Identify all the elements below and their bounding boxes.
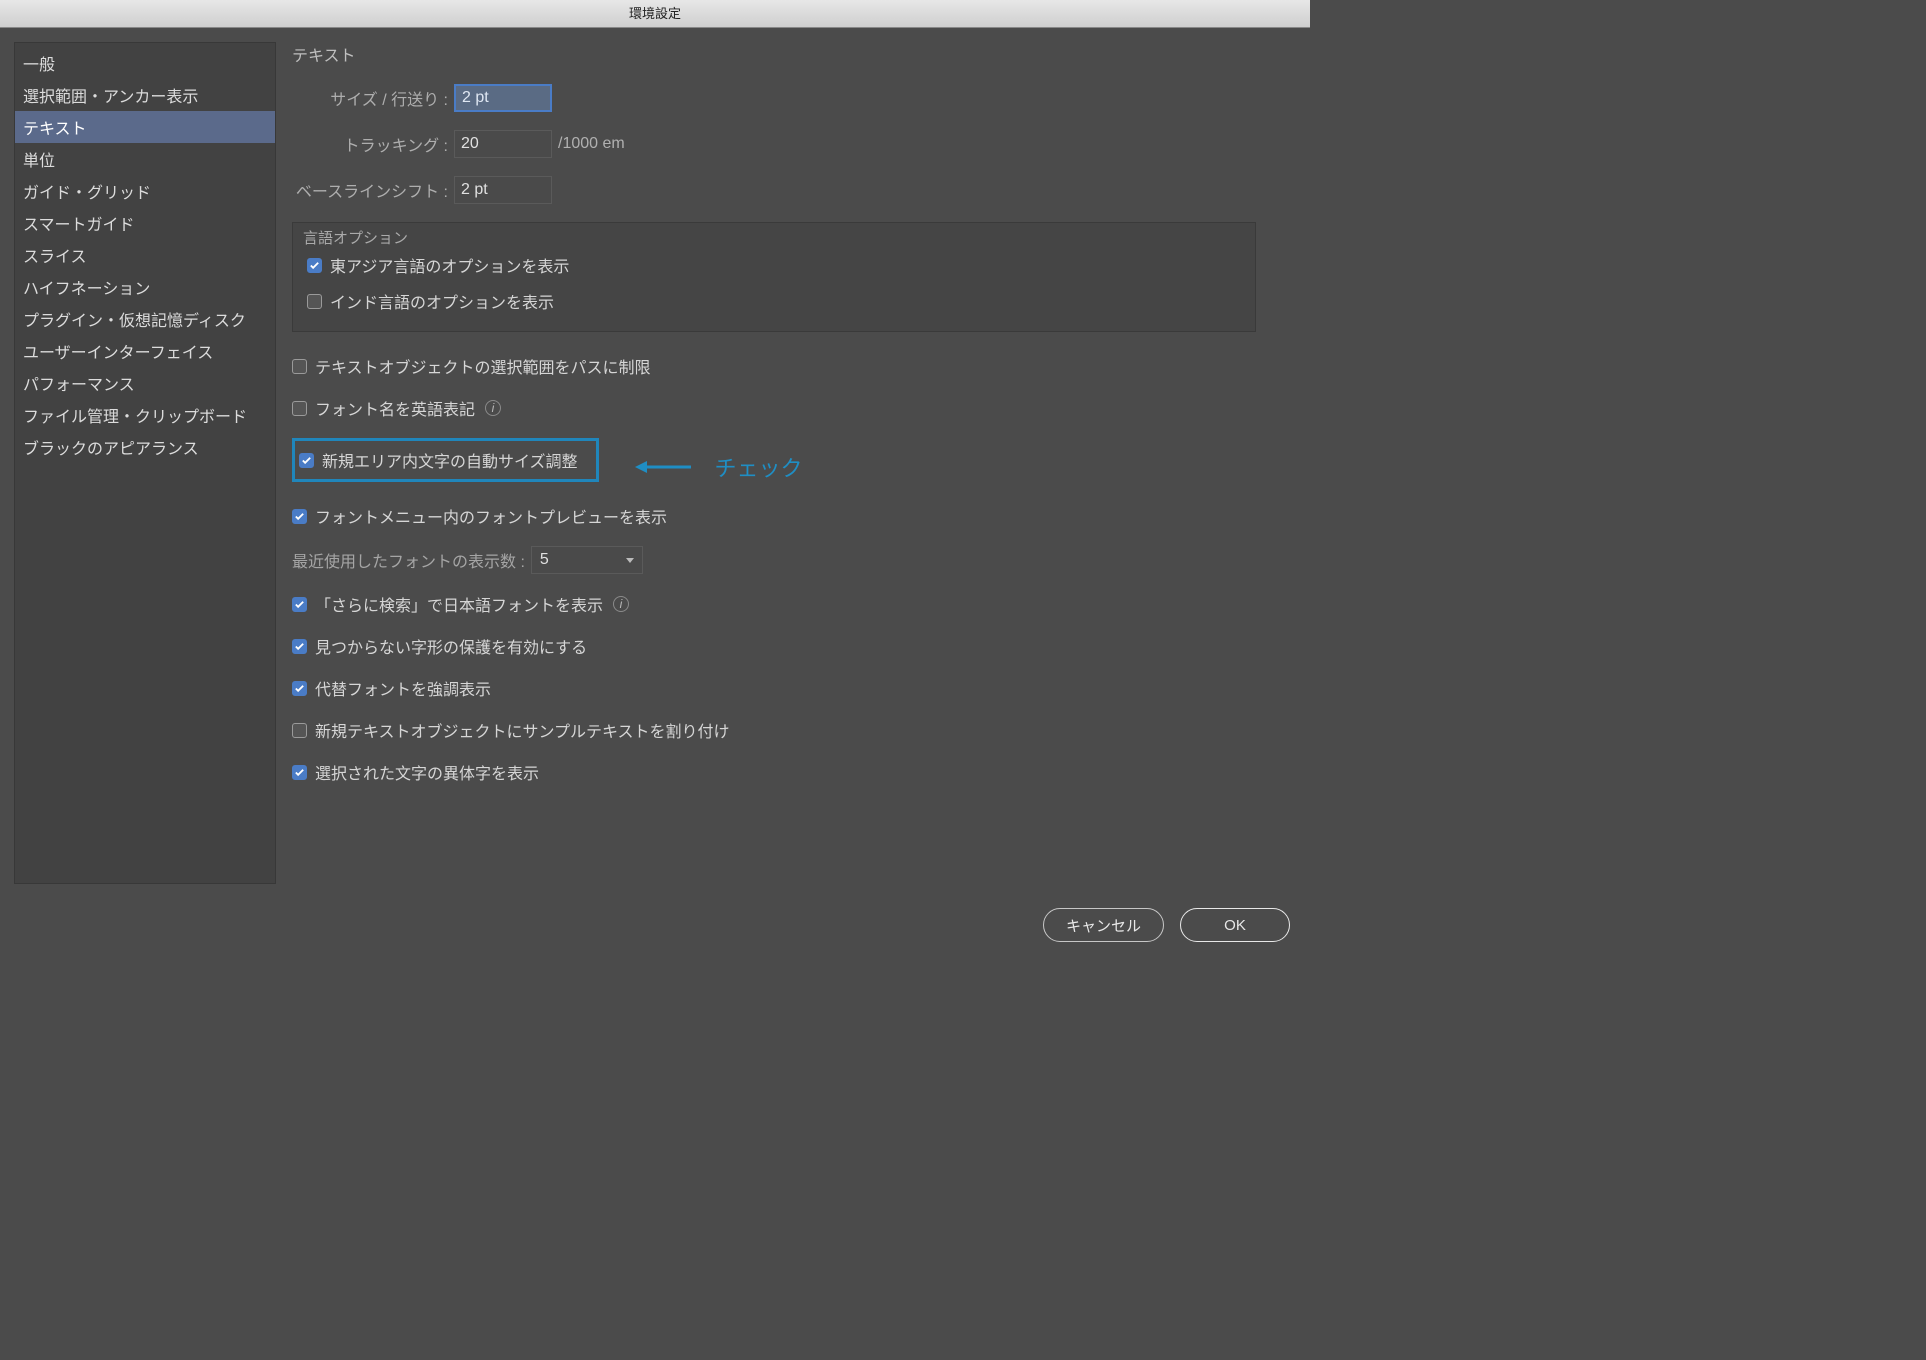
baseline-shift-label: ベースラインシフト : — [292, 178, 454, 202]
main-panel: テキスト サイズ / 行送り : トラッキング : /1000 em ベースライ… — [292, 42, 1296, 884]
info-icon[interactable]: i — [485, 400, 501, 416]
sidebar-item-guides-grid[interactable]: ガイド・グリッド — [15, 175, 275, 207]
auto-size-highlight: 新規エリア内文字の自動サイズ調整 — [292, 438, 599, 482]
sidebar-item-units[interactable]: 単位 — [15, 143, 275, 175]
field-tracking: トラッキング : /1000 em — [292, 130, 1296, 158]
font-english-checkbox[interactable] — [292, 401, 307, 416]
window-title: 環境設定 — [0, 0, 1310, 28]
east-asian-label: 東アジア言語のオプションを表示 — [330, 253, 569, 277]
size-leading-label: サイズ / 行送り : — [292, 86, 454, 110]
recent-fonts-select[interactable]: 5 — [531, 546, 643, 574]
sidebar-item-text[interactable]: テキスト — [15, 111, 275, 143]
baseline-shift-input[interactable] — [454, 176, 552, 204]
show-japanese-checkbox[interactable] — [292, 597, 307, 612]
tracking-input[interactable] — [454, 130, 552, 158]
highlight-sub-label: 代替フォントを強調表示 — [315, 676, 491, 700]
sidebar-item-file-clipboard[interactable]: ファイル管理・クリップボード — [15, 399, 275, 431]
protect-glyph-checkbox[interactable] — [292, 639, 307, 654]
font-preview-checkbox[interactable] — [292, 509, 307, 524]
auto-size-checkbox[interactable] — [299, 453, 314, 468]
sidebar-item-ui[interactable]: ユーザーインターフェイス — [15, 335, 275, 367]
field-size-leading: サイズ / 行送り : — [292, 84, 1296, 112]
show-japanese-label: 「さらに検索」で日本語フォントを表示 — [315, 592, 603, 616]
sidebar-item-hyphenation[interactable]: ハイフネーション — [15, 271, 275, 303]
sidebar-item-plugins-scratch[interactable]: プラグイン・仮想記憶ディスク — [15, 303, 275, 335]
indic-label: インド言語のオプションを表示 — [330, 289, 554, 313]
preferences-window: 環境設定 一般 選択範囲・アンカー表示 テキスト 単位 ガイド・グリッド スマー… — [0, 0, 1310, 966]
protect-glyph-label: 見つからない字形の保護を有効にする — [315, 634, 587, 658]
sidebar-item-black-appearance[interactable]: ブラックのアピアランス — [15, 431, 275, 463]
font-preview-label: フォントメニュー内のフォントプレビューを表示 — [315, 504, 667, 528]
show-alternates-checkbox[interactable] — [292, 765, 307, 780]
highlight-sub-checkbox[interactable] — [292, 681, 307, 696]
panel-title: テキスト — [292, 42, 1296, 66]
sidebar: 一般 選択範囲・アンカー表示 テキスト 単位 ガイド・グリッド スマートガイド … — [14, 42, 276, 884]
font-english-label: フォント名を英語表記 — [315, 396, 475, 420]
tracking-label: トラッキング : — [292, 132, 454, 156]
sample-text-label: 新規テキストオブジェクトにサンプルテキストを割り付け — [315, 718, 730, 742]
recent-fonts-label: 最近使用したフォントの表示数 : — [292, 548, 525, 572]
language-options-title: 言語オプション — [303, 227, 408, 248]
sidebar-item-performance[interactable]: パフォーマンス — [15, 367, 275, 399]
path-limit-checkbox[interactable] — [292, 359, 307, 374]
size-leading-input[interactable] — [454, 84, 552, 112]
content-area: 一般 選択範囲・アンカー表示 テキスト 単位 ガイド・グリッド スマートガイド … — [0, 28, 1310, 898]
language-options-group: 言語オプション 東アジア言語のオプションを表示 インド言語のオプションを表示 — [292, 222, 1256, 332]
field-baseline-shift: ベースラインシフト : — [292, 176, 1296, 204]
sample-text-checkbox[interactable] — [292, 723, 307, 738]
sidebar-item-smart-guides[interactable]: スマートガイド — [15, 207, 275, 239]
dialog-footer: キャンセル OK — [0, 898, 1310, 966]
arrow-left-icon — [635, 458, 693, 476]
east-asian-checkbox[interactable] — [307, 258, 322, 273]
path-limit-label: テキストオブジェクトの選択範囲をパスに制限 — [315, 354, 651, 378]
check-annotation: チェック — [635, 451, 803, 483]
tracking-suffix: /1000 em — [558, 135, 625, 153]
info-icon[interactable]: i — [613, 596, 629, 612]
recent-fonts-value: 5 — [540, 551, 549, 569]
auto-size-label: 新規エリア内文字の自動サイズ調整 — [322, 448, 578, 472]
show-alternates-label: 選択された文字の異体字を表示 — [315, 760, 539, 784]
sidebar-item-slices[interactable]: スライス — [15, 239, 275, 271]
chevron-down-icon — [626, 558, 634, 563]
indic-checkbox[interactable] — [307, 294, 322, 309]
annotation-text: チェック — [715, 451, 803, 483]
sidebar-item-selection-anchor[interactable]: 選択範囲・アンカー表示 — [15, 79, 275, 111]
sidebar-item-general[interactable]: 一般 — [15, 47, 275, 79]
cancel-button[interactable]: キャンセル — [1043, 908, 1164, 942]
ok-button[interactable]: OK — [1180, 908, 1290, 942]
